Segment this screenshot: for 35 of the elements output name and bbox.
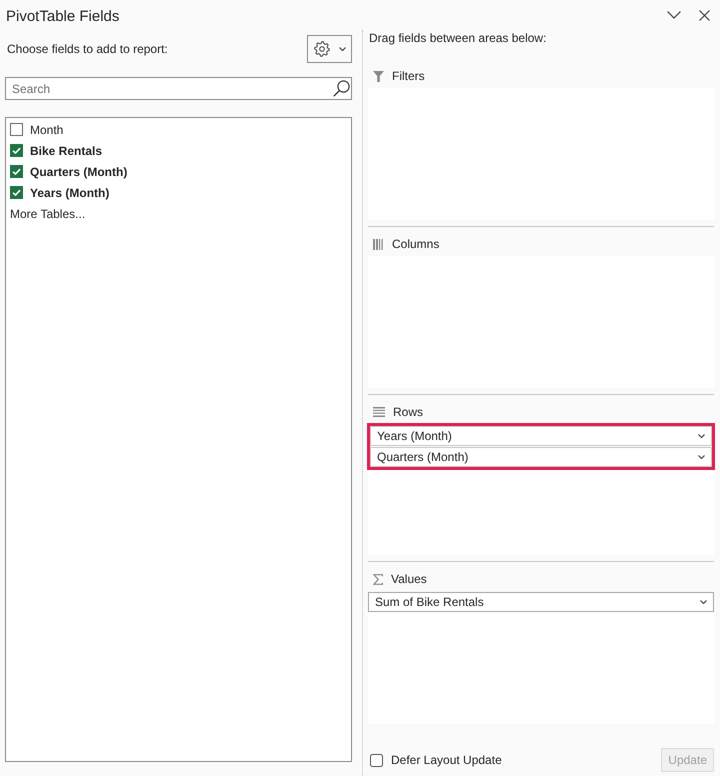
search-icon[interactable]	[333, 80, 350, 97]
caret-icon	[698, 455, 705, 459]
field-name[interactable]: Month	[30, 122, 64, 138]
more-tables-link[interactable]: More Tables...	[10, 206, 86, 222]
rows-icon	[373, 407, 385, 417]
settings-icon	[314, 41, 330, 57]
checkbox[interactable]	[10, 123, 23, 136]
area-field-button[interactable]: Quarters (Month)	[370, 447, 712, 467]
close-icon[interactable]	[699, 10, 710, 20]
area-label: Values	[391, 571, 427, 587]
area-label: Columns	[392, 236, 440, 252]
instruction-text: Drag fields between areas below:	[368, 30, 548, 46]
instruction-text: Choose fields to add to report:	[6, 41, 168, 57]
settings-button[interactable]	[307, 35, 352, 63]
filter-icon	[373, 70, 384, 82]
field-name[interactable]: Quarters (Month)	[30, 164, 128, 180]
caret-icon	[338, 47, 346, 51]
search-field[interactable]: Search	[5, 77, 352, 100]
area-label: Rows	[393, 404, 424, 420]
checkbox[interactable]	[10, 186, 23, 199]
columns-icon	[373, 238, 384, 250]
checkbox[interactable]	[10, 165, 23, 178]
area-field-button[interactable]: Sum of Bike Rentals	[368, 592, 714, 612]
area-label: Filters	[392, 68, 425, 84]
field-name[interactable]: Years (Month)	[30, 184, 110, 200]
checkbox-label[interactable]: Defer Layout Update	[391, 752, 502, 768]
panel-title: PivotTable Fields	[6, 6, 120, 26]
chevron-down-icon[interactable]	[667, 11, 681, 19]
checkbox[interactable]	[370, 754, 383, 766]
area-field-button[interactable]: Years (Month)	[370, 426, 712, 446]
caret-icon	[698, 434, 705, 438]
sigma-icon	[373, 574, 383, 584]
field-name[interactable]: Bike Rentals	[30, 142, 102, 158]
caret-icon	[700, 600, 707, 604]
checkbox[interactable]	[10, 144, 23, 157]
